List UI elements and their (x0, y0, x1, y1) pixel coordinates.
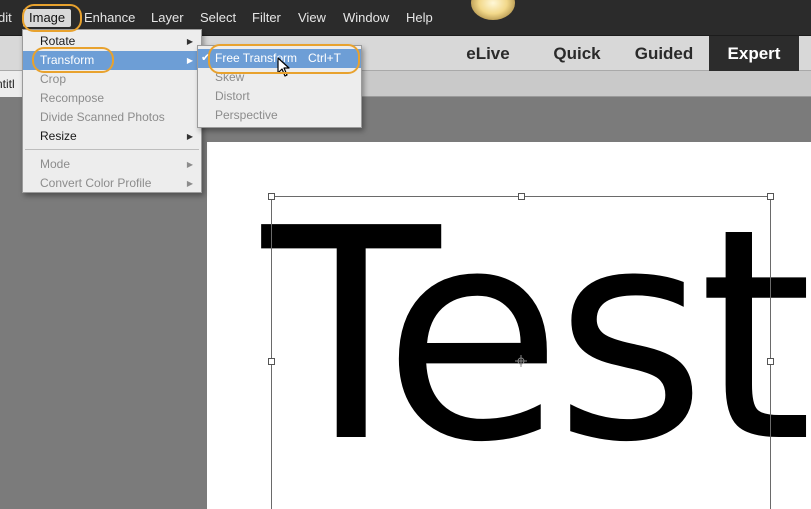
transform-bounding-box[interactable] (271, 196, 771, 509)
spotlight-glow (471, 0, 515, 20)
menu-item-label: Perspective (215, 108, 278, 122)
checkmark-icon: ✔ (201, 52, 211, 64)
menu-view[interactable]: View (292, 9, 332, 27)
image-menu-dropdown: Rotate ▶ Transform ▶ Crop Recompose Divi… (22, 29, 202, 193)
menu-help[interactable]: Help (400, 9, 439, 27)
menu-item-label: Rotate (40, 34, 76, 48)
menu-item-label: Crop (40, 72, 67, 86)
tab-quick[interactable]: Quick (541, 36, 613, 71)
menu-separator (25, 149, 199, 150)
menu-item-label: Distort (215, 89, 250, 103)
transform-handle-top-left[interactable] (268, 193, 275, 200)
tab-guided[interactable]: Guided (628, 36, 700, 71)
transform-handle-middle-right[interactable] (767, 358, 774, 365)
tab-expert[interactable]: Expert (709, 36, 799, 71)
triangle-right-icon: ▶ (186, 37, 193, 46)
menu-window[interactable]: Window (337, 9, 395, 27)
arrow-cursor-icon (277, 57, 291, 77)
crosshair-icon[interactable] (515, 355, 527, 367)
transform-handle-top-right[interactable] (767, 193, 774, 200)
transform-handle-top-center[interactable] (518, 193, 525, 200)
menu-edit[interactable]: dit (0, 9, 18, 27)
triangle-right-icon: ▶ (186, 179, 193, 188)
triangle-right-icon: ▶ (186, 56, 193, 65)
menu-layer[interactable]: Layer (145, 9, 190, 27)
menu-item-perspective[interactable]: Perspective (198, 106, 361, 125)
menu-select[interactable]: Select (194, 9, 242, 27)
transform-handle-middle-left[interactable] (268, 358, 275, 365)
menu-item-label: Mode (40, 157, 71, 171)
menu-enhance[interactable]: Enhance (78, 9, 141, 27)
menu-item-label: Divide Scanned Photos (40, 110, 165, 124)
menu-item-label: Convert Color Profile (40, 176, 152, 190)
menu-filter[interactable]: Filter (246, 9, 287, 27)
menu-item-label: Resize (40, 129, 77, 143)
menu-item-distort[interactable]: Distort (198, 87, 361, 106)
menu-item-label: Skew (215, 70, 245, 84)
menu-item-crop[interactable]: Crop (23, 70, 201, 89)
menu-item-convert-color-profile[interactable]: Convert Color Profile ▶ (23, 174, 201, 193)
triangle-right-icon: ▶ (186, 160, 193, 169)
menu-item-rotate[interactable]: Rotate ▶ (23, 32, 201, 51)
menu-image[interactable]: Image (23, 9, 72, 27)
menu-item-shortcut: Ctrl+T (308, 51, 341, 65)
menu-item-recompose[interactable]: Recompose (23, 89, 201, 108)
menu-item-label: Recompose (40, 91, 105, 105)
menu-item-mode[interactable]: Mode ▶ (23, 155, 201, 174)
menu-item-transform[interactable]: Transform ▶ (23, 51, 201, 70)
menu-item-label: Transform (40, 53, 95, 67)
menu-item-divide-scanned-photos[interactable]: Divide Scanned Photos (23, 108, 201, 127)
tab-elive[interactable]: eLive (452, 36, 524, 71)
menu-item-resize[interactable]: Resize ▶ (23, 127, 201, 146)
triangle-right-icon: ▶ (186, 132, 193, 141)
